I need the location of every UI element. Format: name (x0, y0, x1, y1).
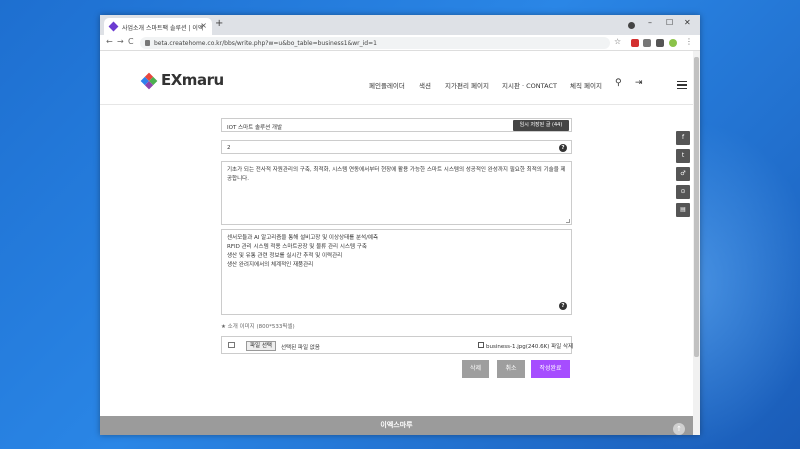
board-icon[interactable]: ▤ (676, 203, 690, 217)
tab-bar: 사업소개 스마트팩 솔루션 | 이엑 × + – ☐ ✕ (100, 15, 700, 35)
back-button[interactable]: ← (106, 37, 113, 46)
favicon-icon (108, 21, 119, 32)
nav-item-5[interactable]: 체직 페이지 (570, 80, 602, 90)
logo-icon[interactable] (140, 72, 158, 90)
scroll-top-button[interactable]: ↑ (673, 423, 685, 435)
order-number-input[interactable]: 2 ? (221, 140, 572, 154)
minimize-button[interactable]: – (648, 18, 652, 27)
delete-file-checkbox[interactable] (478, 342, 484, 348)
delete-button[interactable]: 삭제 (462, 360, 489, 378)
image-field-label: ★ 소개 이미지 (800*533픽셀) (221, 324, 295, 330)
site-footer: 이엑스마루 (100, 416, 693, 435)
address-bar-row: ← → C beta.createhome.co.kr/bbs/write.ph… (100, 35, 700, 51)
feature-line: 센서모듈과 AI 알고리즘을 통해 설비고장 및 이상상태를 분석/예측 (227, 235, 379, 241)
nav-item-1[interactable]: 페인플레이더 (369, 80, 405, 90)
help-icon[interactable]: ? (559, 144, 567, 152)
temp-saved-button[interactable]: 임시 저장된 글 (44) (513, 120, 569, 131)
lock-icon (145, 40, 150, 46)
features-textarea[interactable]: 센서모듈과 AI 알고리즘을 통해 설비고장 및 이상상태를 분석/예측 RFI… (221, 229, 572, 315)
image-file-icon (228, 342, 235, 348)
new-tab-button[interactable]: + (215, 18, 223, 29)
search-icon[interactable]: ⚲ (615, 78, 622, 88)
description-value: 기초가 되는 전사적 자원관리의 구축, 최적화, 시스템 연동에서부터 현장에… (227, 167, 566, 182)
forward-button[interactable]: → (117, 37, 124, 46)
menu-dots-icon[interactable]: ⋮ (685, 37, 693, 46)
pdf-extension-icon[interactable] (631, 39, 639, 47)
description-textarea[interactable]: 기초가 되는 전사적 자원관리의 구축, 최적화, 시스템 연동에서부터 현장에… (221, 161, 572, 225)
maximize-button[interactable]: ☐ (666, 18, 673, 27)
order-number-value: 2 (227, 145, 231, 151)
page-scrollbar[interactable] (693, 51, 700, 435)
browser-window: 사업소개 스마트팩 솔루션 | 이엑 × + – ☐ ✕ ← → C beta.… (100, 15, 700, 435)
feature-line: 생산 및 유통 관련 정보를 실시간 추적 및 이력관리 (227, 253, 343, 259)
bookmark-star-icon[interactable]: ☆ (614, 37, 621, 46)
footer-title: 이엑스마루 (380, 421, 413, 429)
submit-button[interactable]: 작성완료 (531, 360, 570, 378)
social-sidebar: f t ♂ ⊙ ▤ (676, 131, 690, 221)
instagram-icon[interactable]: ⊙ (676, 185, 690, 199)
tab-title: 사업소개 스마트팩 솔루션 | 이엑 (122, 25, 204, 32)
nav-item-4[interactable]: 지시판 · CONTACT (502, 80, 557, 90)
file-select-button[interactable]: 파일 선택 (246, 341, 276, 351)
browser-tab[interactable]: 사업소개 스마트팩 솔루션 | 이엑 × (104, 18, 212, 35)
extension-icon[interactable] (643, 39, 651, 47)
web-page: EXmaru 페인플레이더 색션 지가편리 페이지 지시판 · CONTACT … (100, 51, 693, 435)
feature-line: RFID 관리 시스템 적용 스마트공장 및 물류 관리 시스템 구축 (227, 244, 367, 250)
delete-file-label: business-1.jpg(240.6K) 파일 삭제 (486, 344, 574, 350)
facebook-icon[interactable]: f (676, 131, 690, 145)
profile-avatar[interactable] (669, 39, 677, 47)
url-field[interactable]: beta.createhome.co.kr/bbs/write.php?w=u&… (140, 37, 610, 49)
nav-item-3[interactable]: 지가편리 페이지 (445, 80, 489, 90)
nav-item-2[interactable]: 색션 (419, 80, 431, 90)
subject-value: IOT 스마트 솔루션 개발 (227, 125, 283, 131)
url-text: beta.createhome.co.kr/bbs/write.php?w=u&… (154, 40, 377, 47)
feature-line: 생산 완려지에서의 체계적인 재품관리 (227, 262, 314, 268)
blog-icon[interactable]: ♂ (676, 167, 690, 181)
site-header: EXmaru 페인플레이더 색션 지가편리 페이지 지시판 · CONTACT … (100, 51, 693, 105)
file-upload-row: 파일 선택 선택된 파일 없음 business-1.jpg(240.6K) 파… (221, 336, 574, 354)
tab-close-icon[interactable]: × (200, 21, 207, 30)
logout-icon[interactable]: ⇥ (635, 78, 643, 88)
scrollbar-thumb[interactable] (694, 57, 699, 357)
close-window-button[interactable]: ✕ (684, 18, 691, 27)
help-icon[interactable]: ? (559, 302, 567, 310)
puzzle-extension-icon[interactable] (656, 39, 664, 47)
file-status-text: 선택된 파일 없음 (281, 345, 320, 351)
resize-handle-icon[interactable] (566, 219, 570, 223)
hamburger-menu-icon[interactable] (677, 81, 687, 89)
cancel-button[interactable]: 취소 (497, 360, 525, 378)
site-logo[interactable]: EXmaru (161, 71, 224, 89)
twitter-icon[interactable]: t (676, 149, 690, 163)
account-icon[interactable] (628, 22, 635, 29)
reload-button[interactable]: C (128, 37, 134, 46)
